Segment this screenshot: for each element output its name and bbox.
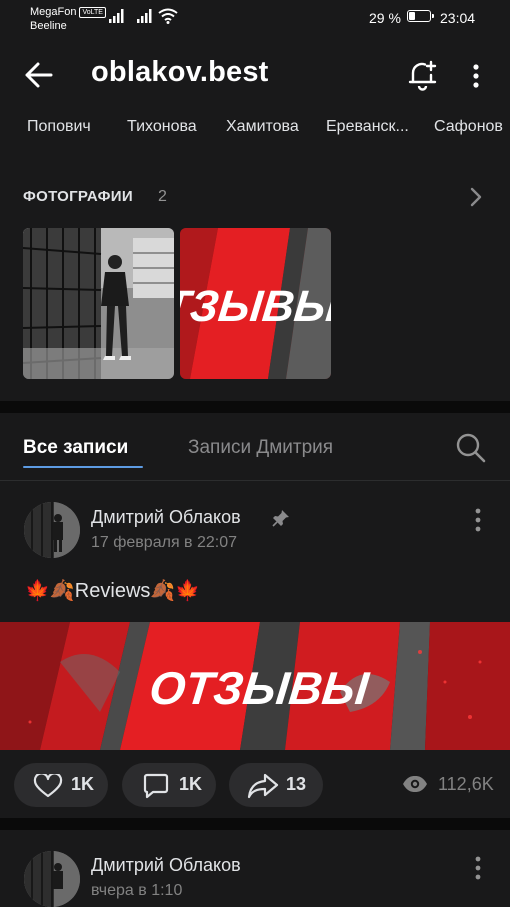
friend-name[interactable]: Попович [27, 118, 91, 136]
battery-icon [407, 10, 434, 22]
eye-icon [402, 775, 428, 793]
wifi-icon [158, 8, 178, 29]
volte-badge: VoLTE [79, 7, 106, 18]
post-date: вчера в 1:10 [91, 882, 183, 899]
photo-thumbnail-building[interactable] [23, 228, 174, 379]
like-button[interactable]: 1K [14, 763, 108, 807]
tab-owner-posts[interactable]: Записи Дмитрия [188, 437, 333, 459]
page-title: oblakov.best [91, 56, 269, 88]
friends-strip: Попович Тихонова Хамитова Ереванск... Са… [0, 112, 510, 146]
thumbnail-title: ОТЗЫВЫ [180, 282, 331, 331]
signal-icon [109, 9, 125, 28]
friend-name[interactable]: Хамитова [226, 118, 299, 136]
pin-icon [272, 509, 290, 527]
avatar[interactable] [24, 851, 80, 907]
carrier-2: Beeline [30, 20, 67, 32]
post-author[interactable]: Дмитрий Облаков [91, 855, 241, 876]
friend-name[interactable]: Ереванск... [326, 118, 409, 136]
more-vertical-icon[interactable] [471, 64, 481, 88]
comment-icon [142, 773, 170, 799]
share-icon [247, 773, 279, 799]
heart-icon [33, 774, 63, 798]
tab-all-posts[interactable]: Все записи [23, 437, 128, 459]
post-author[interactable]: Дмитрий Облаков [91, 507, 241, 528]
chevron-right-icon[interactable] [470, 187, 482, 207]
post-text: 🍁🍂Reviews🍂🍁 [25, 580, 201, 602]
avatar[interactable] [24, 502, 80, 558]
views-count: 112,6K [438, 774, 494, 794]
post-image-reviews[interactable]: ОТЗЫВЫ [0, 622, 510, 750]
carrier-1: MegaFon [30, 6, 77, 18]
section-separator [0, 401, 510, 413]
post-separator [0, 818, 510, 830]
photos-count: 2 [158, 188, 167, 205]
bell-plus-icon[interactable] [406, 58, 440, 92]
post-menu-icon[interactable] [474, 508, 482, 532]
share-button[interactable]: 13 [229, 763, 323, 807]
photos-section-label[interactable]: ФОТОГРАФИИ [23, 188, 133, 205]
divider [0, 480, 510, 481]
post-image-title: ОТЗЫВЫ [147, 662, 372, 714]
active-tab-indicator [23, 466, 143, 468]
comments-count: 1K [179, 774, 203, 794]
carrier-info: MegaFon VoLTE Beeline [30, 5, 106, 33]
comment-button[interactable]: 1K [122, 763, 216, 807]
battery-percent: 29 % [369, 10, 401, 26]
post-menu-icon[interactable] [474, 856, 482, 880]
photo-thumbnail-reviews[interactable]: ОТЗЫВЫ [180, 228, 331, 379]
friend-name[interactable]: Сафонов [434, 118, 503, 136]
post-date: 17 февраля в 22:07 [91, 534, 238, 551]
likes-count: 1K [71, 774, 95, 794]
search-icon[interactable] [455, 432, 487, 464]
friend-name[interactable]: Тихонова [127, 118, 197, 136]
shares-count: 13 [286, 774, 307, 794]
clock: 23:04 [440, 10, 476, 26]
arrow-left-icon[interactable] [24, 61, 54, 89]
signal-icon-2 [137, 9, 153, 28]
